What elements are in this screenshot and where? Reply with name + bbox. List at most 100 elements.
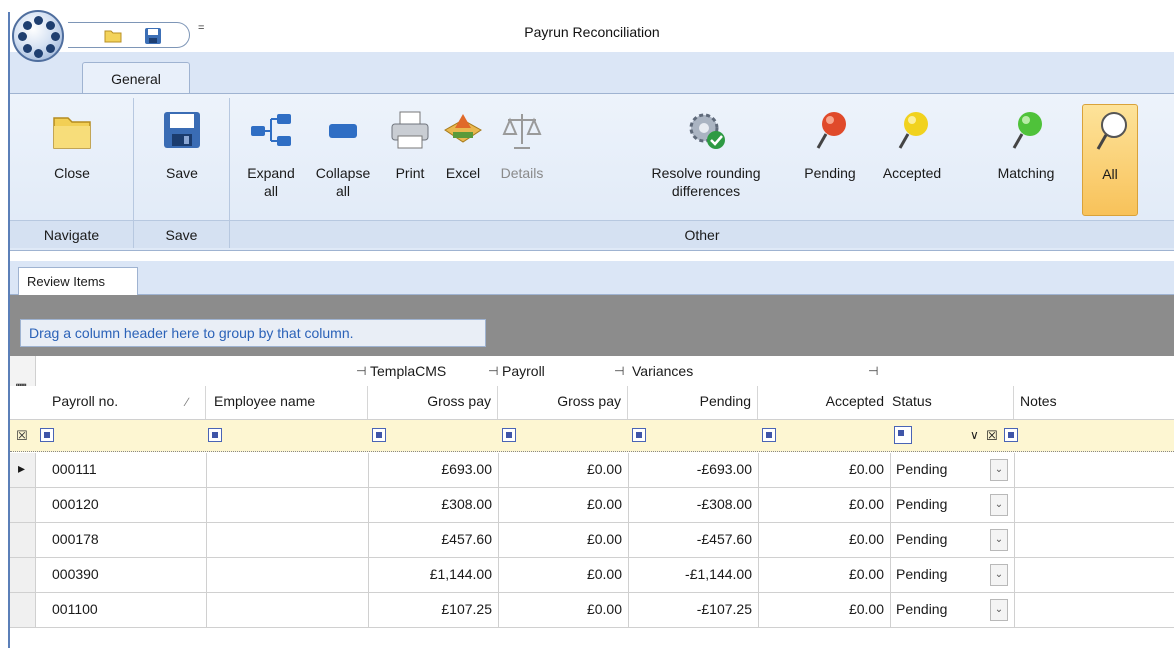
resolve-rounding-button[interactable]: Resolve rounding differences [626, 108, 786, 200]
all-label: All [1102, 166, 1118, 182]
column-divider [368, 453, 369, 487]
filter-matching-button[interactable]: Matching [984, 108, 1068, 182]
orb-dot [46, 21, 55, 30]
table-row[interactable]: 000178 £457.60 £0.00 -£457.60 £0.00 Pending ⌄ [10, 523, 1174, 558]
header-payroll-no[interactable]: Payroll no. [40, 386, 206, 419]
chevron-down-icon[interactable]: ∨ [970, 428, 979, 442]
filter-accepted[interactable] [762, 428, 776, 442]
tab-review-items[interactable]: Review Items [18, 267, 138, 295]
filter-notes[interactable] [1004, 428, 1018, 442]
folder-icon [50, 108, 94, 152]
row-selector[interactable]: ▸ [10, 453, 36, 487]
filter-pending-button[interactable]: Pending [794, 108, 866, 182]
cell-notes[interactable] [1014, 488, 1174, 522]
cell-notes[interactable] [1014, 558, 1174, 592]
cell-templacms-gross-pay: £457.60 [441, 531, 492, 547]
column-divider [890, 558, 891, 592]
pending-label: Pending [804, 165, 856, 181]
cell-notes[interactable] [1014, 523, 1174, 557]
orb-dot [23, 44, 32, 53]
band-templacms[interactable]: TemplaCMS [370, 356, 490, 386]
filter-accepted-button[interactable]: Accepted [870, 108, 954, 182]
title-bar: = Payrun Reconciliation [10, 12, 1174, 52]
column-divider [758, 593, 759, 627]
cell-status[interactable]: Pending [890, 488, 986, 522]
row-selector[interactable] [10, 593, 36, 627]
table-row[interactable]: ▸ 000111 £693.00 £0.00 -£693.00 £0.00 Pending ⌄ [10, 453, 1174, 488]
filter-status[interactable] [894, 426, 912, 444]
filter-templacms-gross[interactable] [372, 428, 386, 442]
filter-employee-name[interactable] [208, 428, 222, 442]
save-button[interactable]: Save [144, 108, 220, 182]
cell-status[interactable]: Pending [890, 523, 986, 557]
status-dropdown-button[interactable]: ⌄ [990, 564, 1008, 586]
header-accepted[interactable]: Accepted [758, 386, 890, 419]
row-selector[interactable] [10, 488, 36, 522]
column-divider [628, 558, 629, 592]
window-left-border [0, 12, 10, 648]
details-button[interactable]: Details [492, 108, 552, 182]
column-divider [206, 523, 207, 557]
details-label: Details [500, 165, 544, 181]
expand-all-button[interactable]: Expand all [242, 108, 300, 200]
row-selector[interactable] [10, 558, 36, 592]
cell-accepted: £0.00 [848, 531, 884, 547]
excel-button[interactable]: Excel [436, 108, 490, 182]
print-button[interactable]: Print [384, 108, 436, 182]
filter-pending[interactable] [632, 428, 646, 442]
status-dropdown-button[interactable]: ⌄ [990, 529, 1008, 551]
cell-status[interactable]: Pending [890, 593, 986, 627]
header-status[interactable]: Status [890, 386, 1014, 419]
status-dropdown-button[interactable]: ⌄ [990, 494, 1008, 516]
gear-check-icon [684, 108, 728, 152]
header-payroll-gross-pay[interactable]: Gross pay [498, 386, 628, 419]
cell-pending: -£107.25 [696, 601, 752, 617]
cell-notes[interactable] [1014, 593, 1174, 627]
yellow-pin-icon [890, 108, 934, 152]
header-templacms-gross-pay[interactable]: Gross pay [368, 386, 498, 419]
cell-employee-name [206, 593, 368, 627]
row-selector[interactable] [10, 523, 36, 557]
tab-general[interactable]: General [82, 62, 190, 96]
filter-payroll-gross[interactable] [502, 428, 516, 442]
column-divider [890, 453, 891, 487]
pin-icon[interactable]: ⊣ [614, 364, 624, 378]
group-by-hint: Drag a column header here to group by th… [20, 319, 486, 347]
filter-all-button[interactable]: All [1082, 104, 1138, 216]
pin-icon[interactable]: ⊣ [356, 364, 366, 378]
band-payroll[interactable]: Payroll [502, 356, 612, 386]
cell-payroll-gross-pay: £0.00 [586, 601, 622, 617]
column-divider [758, 488, 759, 522]
cell-payroll-gross-pay: £0.00 [586, 496, 622, 512]
cell-status[interactable]: Pending [890, 558, 986, 592]
group-by-panel[interactable]: Drag a column header here to group by th… [10, 295, 1174, 356]
status-dropdown-button[interactable]: ⌄ [990, 599, 1008, 621]
cell-pending: -£1,144.00 [685, 566, 752, 582]
band-variances[interactable]: Variances [632, 356, 752, 386]
close-button[interactable]: Close [34, 108, 110, 182]
column-divider [498, 558, 499, 592]
table-row[interactable]: 001100 £107.25 £0.00 -£107.25 £0.00 Pending ⌄ [10, 593, 1174, 628]
cell-notes[interactable] [1014, 453, 1174, 487]
header-pending[interactable]: Pending [628, 386, 758, 419]
status-dropdown-button[interactable]: ⌄ [990, 459, 1008, 481]
clear-filter-icon[interactable]: ☒ [986, 428, 998, 444]
cell-status[interactable]: Pending [890, 453, 986, 487]
clear-filter-icon[interactable]: ☒ [16, 428, 28, 444]
column-header-row: Payroll no. ∕ Employee name Gross pay Gr… [10, 386, 1174, 420]
app-menu-button[interactable] [12, 10, 64, 62]
collapse-all-button[interactable]: Collapse all [308, 108, 378, 200]
cell-templacms-gross-pay: £1,144.00 [429, 566, 492, 582]
header-employee-name[interactable]: Employee name [206, 386, 368, 419]
pin-icon[interactable]: ⊣ [488, 364, 498, 378]
filter-payroll-no[interactable] [40, 428, 54, 442]
cell-payroll-gross-pay: £0.00 [586, 461, 622, 477]
red-pin-icon [808, 108, 852, 152]
table-row[interactable]: 000390 £1,144.00 £0.00 -£1,144.00 £0.00 Pendi… [10, 558, 1174, 593]
table-row[interactable]: 000120 £308.00 £0.00 -£308.00 £0.00 Pending ⌄ [10, 488, 1174, 523]
orb-dot [23, 21, 32, 30]
header-notes[interactable]: Notes [1014, 386, 1174, 419]
collapse-all-label-2: all [335, 183, 350, 199]
pin-icon[interactable]: ⊣ [868, 364, 878, 378]
cell-payroll-no: 000390 [52, 566, 99, 582]
